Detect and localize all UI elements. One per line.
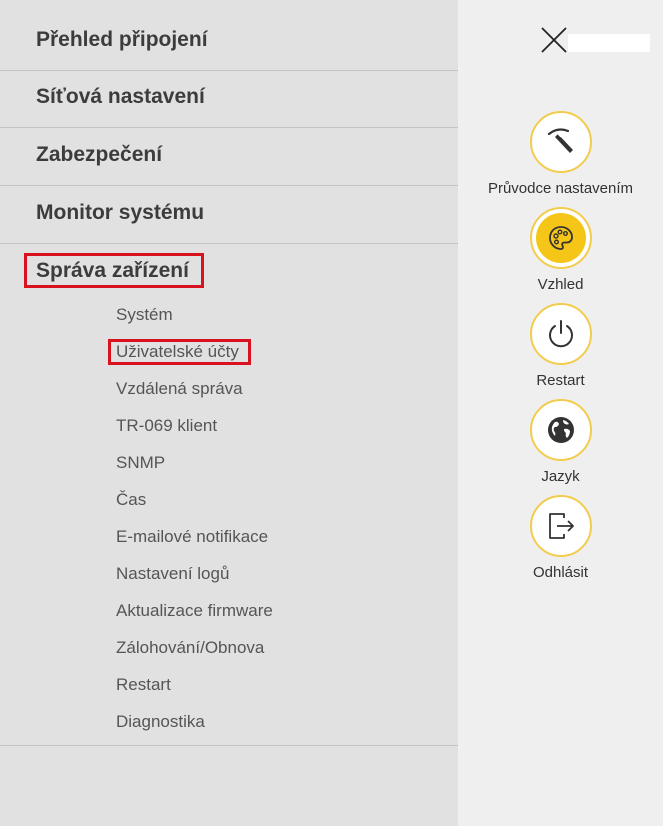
submenu-item-diagnostics[interactable]: Diagnostika: [116, 712, 205, 732]
menu-item-label: Zabezpečení: [36, 143, 163, 166]
submenu-item-backup-restore[interactable]: Zálohování/Obnova: [116, 638, 264, 658]
logout-icon: [548, 513, 574, 539]
submenu-item-email-notifications[interactable]: E-mailové notifikace: [116, 527, 268, 547]
menu-item-label: Správa zařízení: [24, 253, 204, 288]
blank-field: [568, 34, 650, 52]
logout-button[interactable]: Odhlásit: [458, 495, 663, 581]
menu-divider: [0, 745, 458, 746]
menu-item-label: Monitor systému: [36, 201, 205, 224]
restart-circle: [529, 303, 592, 365]
submenu-item-restart[interactable]: Restart: [116, 675, 171, 695]
menu-item-security[interactable]: Zabezpečení: [0, 129, 458, 186]
restart-label: Restart: [536, 372, 585, 389]
submenu-item-time[interactable]: Čas: [116, 490, 146, 510]
language-circle: [529, 399, 592, 461]
submenu-item-firmware-update[interactable]: Aktualizace firmware: [116, 601, 273, 621]
close-icon: [541, 27, 567, 53]
submenu-item-remote-management[interactable]: Vzdálená správa: [116, 379, 243, 399]
appearance-circle: [529, 207, 592, 269]
appearance-label: Vzhled: [537, 276, 584, 293]
appearance-button[interactable]: Vzhled: [458, 207, 663, 293]
globe-icon: [547, 417, 574, 443]
restart-button[interactable]: Restart: [458, 303, 663, 389]
menu-item-network-settings[interactable]: Síťová nastavení: [0, 71, 458, 128]
power-icon: [548, 320, 573, 348]
submenu-item-tr069-client[interactable]: TR-069 klient: [116, 416, 217, 436]
palette-icon: [548, 226, 573, 250]
setup-wizard-circle: [529, 111, 592, 173]
setup-wizard-label: Průvodce nastavením: [487, 180, 634, 197]
logout-label: Odhlásit: [532, 564, 589, 581]
menu-item-label: Síťová nastavení: [36, 85, 205, 108]
menu-item-device-management[interactable]: Správa zařízení: [0, 245, 458, 302]
menu-item-system-monitor[interactable]: Monitor systému: [0, 187, 458, 244]
setup-wizard-button[interactable]: Průvodce nastavením: [458, 111, 663, 197]
logout-circle: [529, 495, 592, 557]
close-button[interactable]: [540, 27, 568, 53]
main-menu-panel: Přehled připojení Síťová nastavení Zabez…: [0, 0, 458, 826]
submenu-item-system[interactable]: Systém: [116, 305, 173, 325]
submenu-item-snmp[interactable]: SNMP: [116, 453, 165, 473]
wizard-wand-icon: [547, 128, 573, 153]
language-button[interactable]: Jazyk: [458, 399, 663, 485]
menu-item-connection-overview[interactable]: Přehled připojení: [0, 14, 458, 71]
submenu-item-user-accounts[interactable]: Uživatelské účty: [108, 339, 251, 365]
language-label: Jazyk: [541, 468, 580, 485]
menu-item-label: Přehled připojení: [36, 28, 208, 51]
submenu-item-log-settings[interactable]: Nastavení logů: [116, 564, 229, 584]
